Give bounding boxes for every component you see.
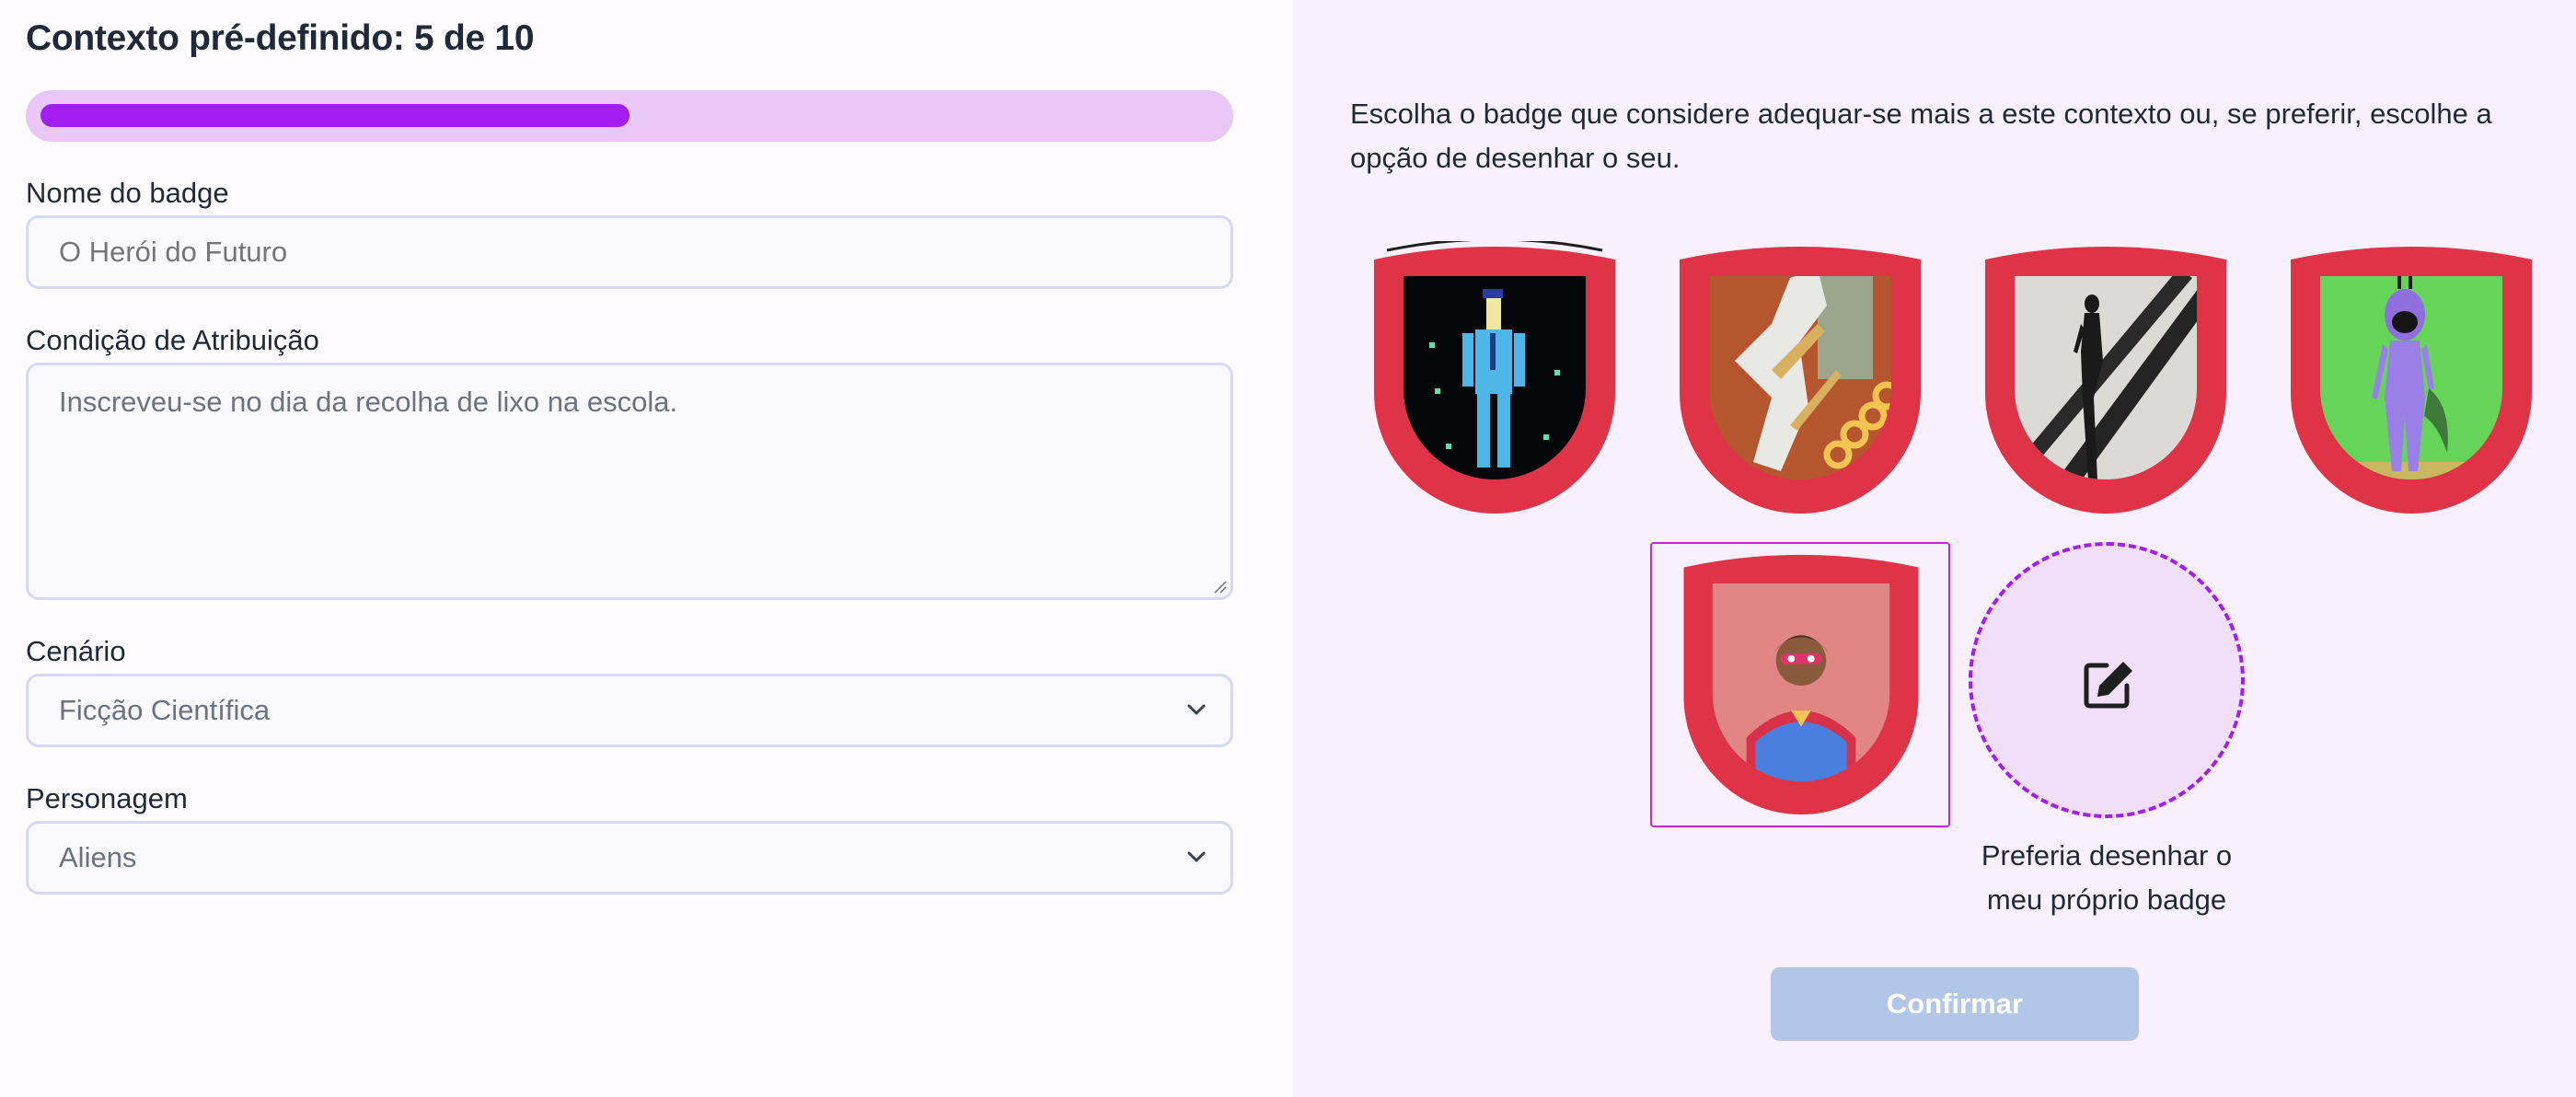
- chevron-down-icon: [1187, 851, 1206, 862]
- character-selected-value: Aliens: [59, 841, 137, 873]
- picker-instructions: Escolha o badge que considere adequar-se…: [1350, 98, 2492, 174]
- resize-handle-icon[interactable]: [1212, 579, 1227, 594]
- progress-bar: [26, 90, 1233, 142]
- context-form-panel: Contexto pré-definido: 5 de 10 Nome do b…: [0, 0, 1293, 1097]
- scenario-selected-value: Ficção Científica: [59, 694, 271, 726]
- progress-bar-fill: [40, 104, 630, 127]
- badge-name-label: Nome do badge: [26, 177, 229, 209]
- condition-textarea[interactable]: Inscreveu-se no dia da recolha de lixo n…: [26, 363, 1233, 600]
- badge-name-input[interactable]: [26, 215, 1233, 289]
- badge-option-pixel-agent[interactable]: [1374, 241, 1615, 515]
- badge-option-purple-alien[interactable]: [2291, 241, 2532, 515]
- condition-label: Condição de Atribuição: [26, 324, 319, 356]
- draw-own-badge-button[interactable]: [1969, 542, 2245, 818]
- badge-option-superhero[interactable]: [1683, 549, 1919, 816]
- scenario-label: Cenário: [26, 635, 126, 667]
- character-select[interactable]: Aliens: [26, 821, 1233, 895]
- character-label: Personagem: [26, 782, 188, 814]
- scenario-select[interactable]: Ficção Científica: [26, 674, 1233, 747]
- chevron-down-icon: [1187, 704, 1206, 715]
- condition-placeholder: Inscreveu-se no dia da recolha de lixo n…: [59, 386, 678, 418]
- edit-icon: [2084, 662, 2132, 709]
- confirm-button[interactable]: Confirmar: [1771, 967, 2139, 1041]
- draw-own-badge-label: Preferia desenhar o meu próprio badge: [1981, 839, 2233, 916]
- page-title: Contexto pré-definido: 5 de 10: [26, 18, 535, 58]
- badge-option-silhouette[interactable]: [1985, 241, 2226, 515]
- badge-option-robot-warrior[interactable]: [1680, 241, 1921, 515]
